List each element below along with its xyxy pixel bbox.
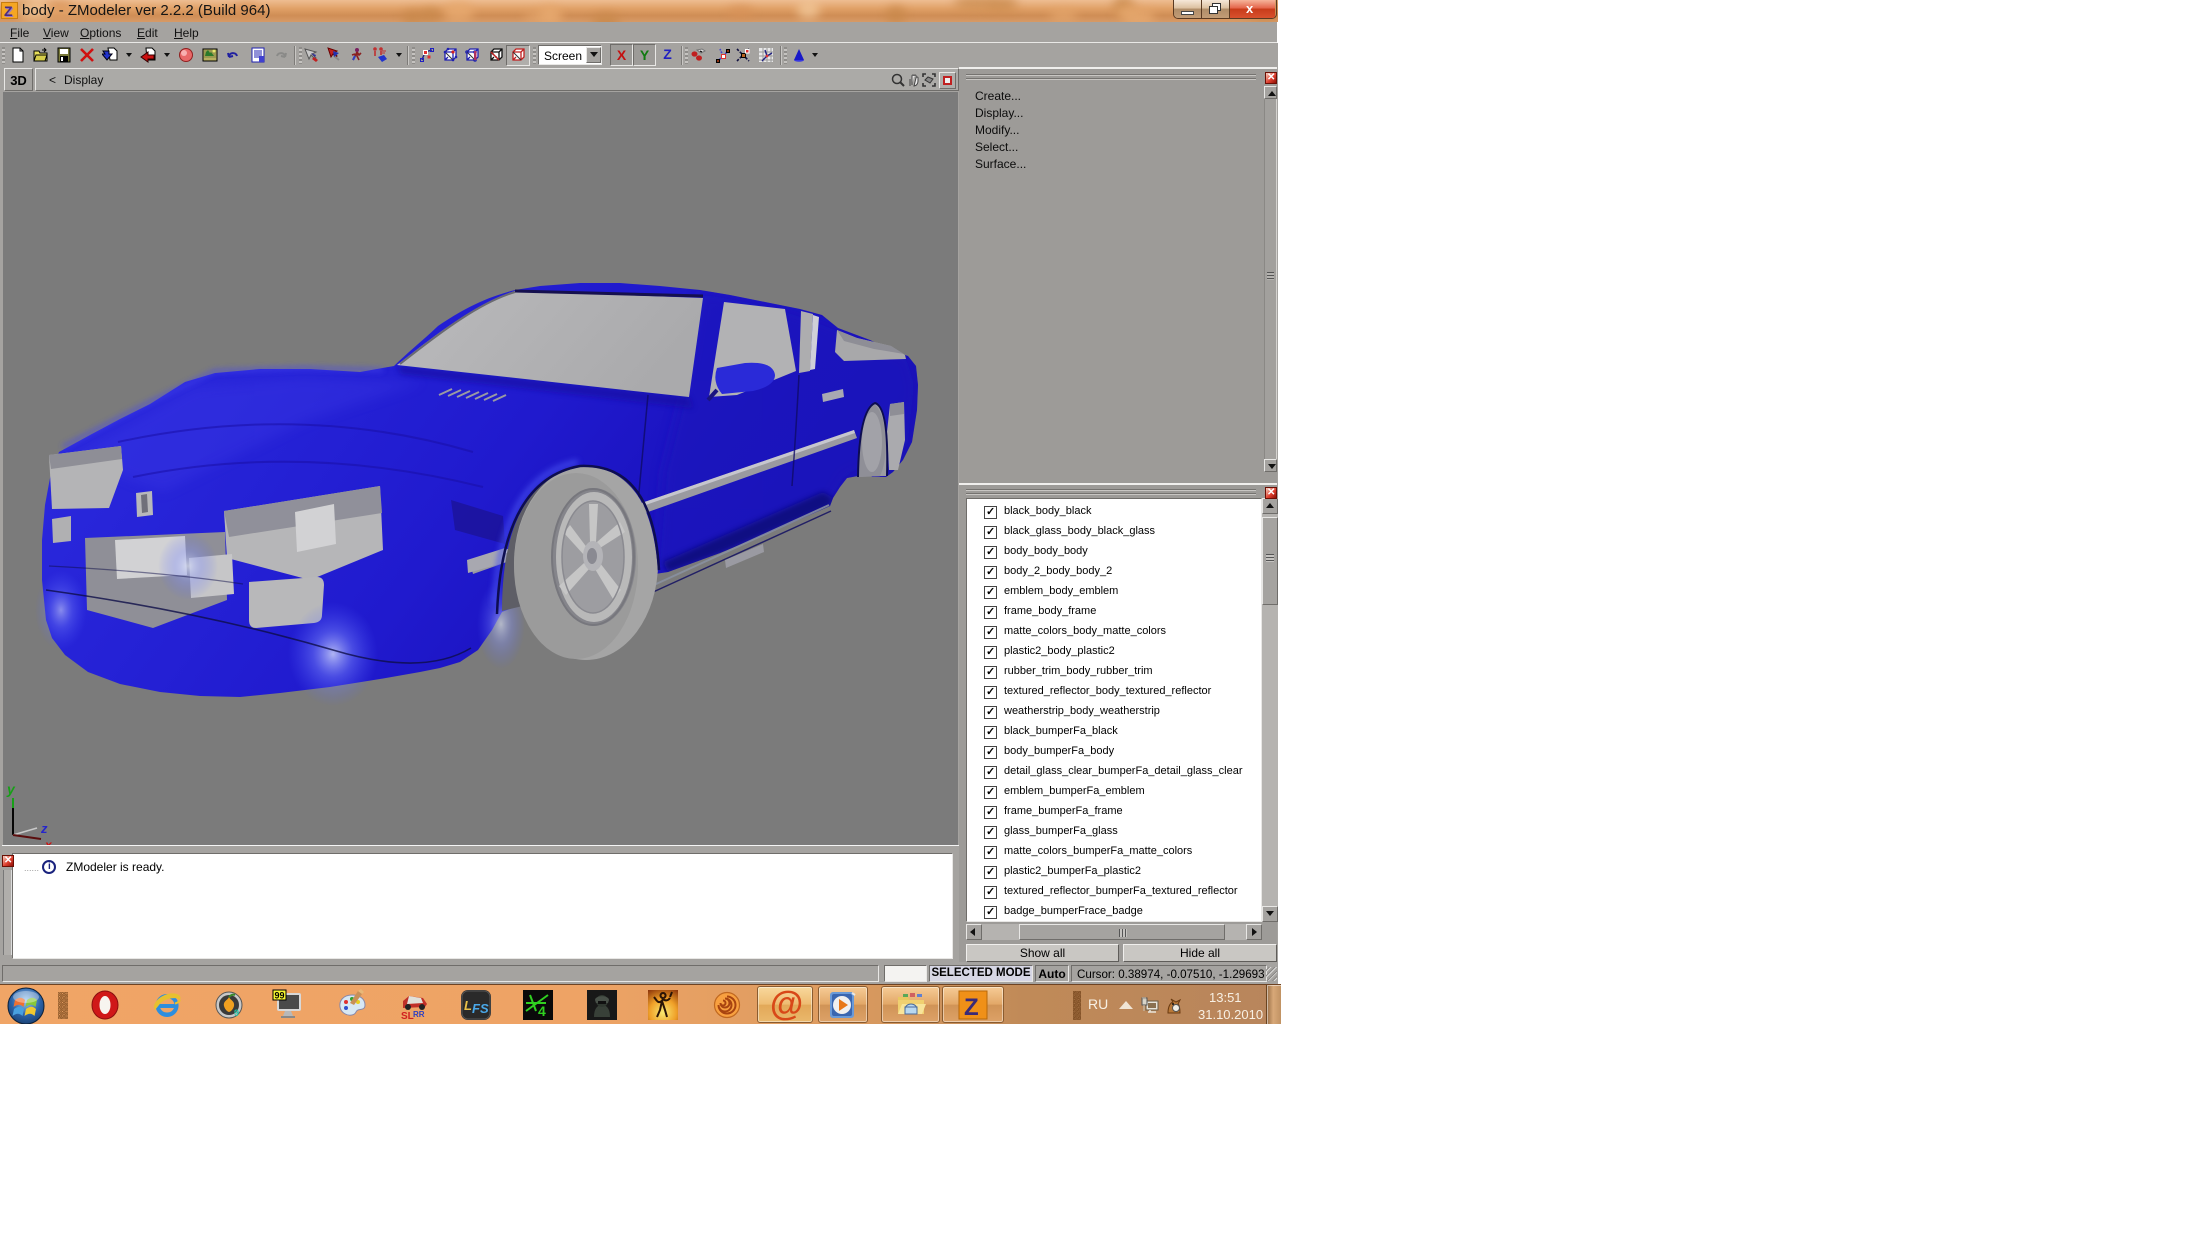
svg-text:99: 99: [275, 991, 285, 1001]
svg-text:L: L: [464, 998, 472, 1013]
svg-text:x: x: [44, 838, 53, 845]
svg-text:9: 9: [234, 1008, 239, 1018]
svg-text:y: y: [6, 781, 16, 797]
svg-text:SL: SL: [401, 1011, 414, 1021]
svg-text:FS: FS: [472, 1001, 489, 1016]
svg-text:Z: Z: [964, 994, 979, 1021]
svg-text:4: 4: [538, 1003, 546, 1019]
svg-text:z: z: [40, 821, 48, 836]
svg-text:RR: RR: [413, 1010, 425, 1019]
